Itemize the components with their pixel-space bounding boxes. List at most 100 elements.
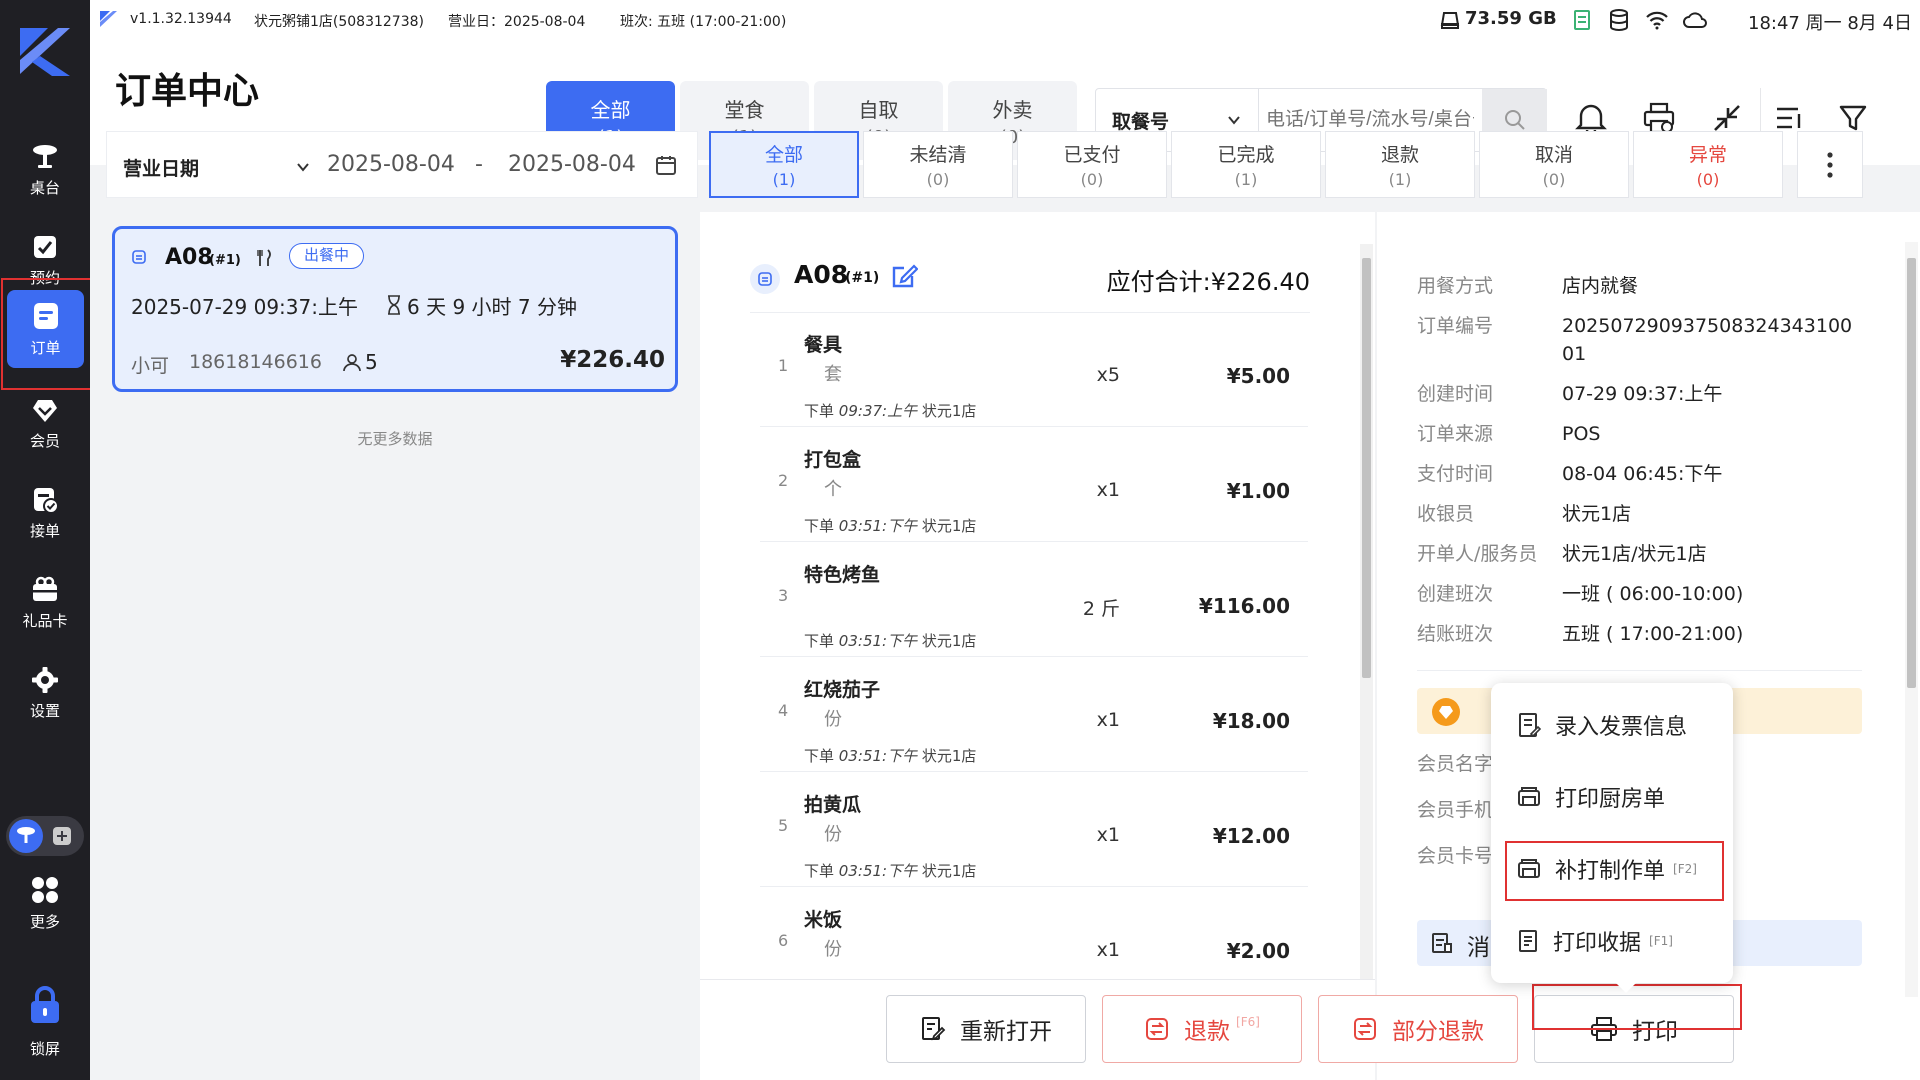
scrollbar-thumb[interactable] xyxy=(1907,258,1916,688)
item-qty: x5 xyxy=(1096,364,1120,386)
quick-mode-icon xyxy=(50,824,74,848)
info-label: 订单来源 xyxy=(1417,423,1494,445)
info-value: 店内就餐 xyxy=(1562,275,1639,297)
item-index: 5 xyxy=(778,816,789,835)
printer-icon xyxy=(1591,1017,1617,1041)
info-label: 收银员 xyxy=(1417,503,1475,525)
info-label: 支付时间 xyxy=(1417,463,1494,485)
info-value: 状元1店/状元1店 xyxy=(1562,543,1707,565)
reopen-label: 重新打开 xyxy=(960,1019,1052,1045)
item-meta: 下单 03:51:下午 状元1店 xyxy=(804,860,976,881)
menu-item-label: 补打制作单 xyxy=(1555,859,1666,884)
scrollbar[interactable] xyxy=(1905,242,1918,997)
document-icon xyxy=(1573,9,1591,31)
list-item[interactable]: 2 打包盒 个 x1 ¥1.00 下单 03:51:下午 状元1店 xyxy=(760,427,1308,542)
meta-time: 03:51:下午 xyxy=(838,632,918,650)
sidebar-item-reservation[interactable]: 预约 xyxy=(0,220,90,300)
refund-button[interactable]: 退款 [F6] xyxy=(1102,995,1302,1063)
item-name: 米饭 xyxy=(804,909,843,931)
invoice-icon xyxy=(1519,713,1541,738)
print-menu: 录入发票信息 打印厨房单 补打制作单 [F2] 打印收据 [F1] xyxy=(1491,683,1733,993)
card-table-seq: (#1) xyxy=(209,253,241,268)
card-datetime: 2025-07-29 09:37:上午 xyxy=(131,295,358,319)
scrollbar-thumb[interactable] xyxy=(1362,258,1371,678)
cloud-icon xyxy=(1683,11,1707,29)
item-unit: 个 xyxy=(824,479,842,500)
date-to[interactable]: 2025-08-04 xyxy=(508,152,636,177)
list-item[interactable]: 5 拍黄瓜 份 x1 ¥12.00 下单 03:51:下午 状元1店 xyxy=(760,772,1308,887)
mode-toggle[interactable] xyxy=(6,816,84,856)
reopen-button[interactable]: 重新打开 xyxy=(886,995,1086,1063)
sidebar-item-more[interactable]: 更多 xyxy=(0,863,90,943)
tab-label: 全部 xyxy=(764,144,803,166)
divider xyxy=(1417,670,1862,671)
sidebar-item-gift-card[interactable]: 礼品卡 xyxy=(0,563,90,643)
tab-label: 异常 xyxy=(1688,144,1727,166)
menu-item-reprint-production[interactable]: 补打制作单 [F2] xyxy=(1517,847,1717,891)
store-name: 状元粥铺1店(508312738) xyxy=(254,14,424,30)
sidebar-item-settings[interactable]: 设置 xyxy=(0,653,90,733)
list-item[interactable]: 6 米饭 份 x1 ¥2.00 xyxy=(760,887,1308,977)
receipt-icon xyxy=(1519,930,1537,952)
tab-label: 已支付 xyxy=(1063,144,1121,166)
search-icon xyxy=(1504,110,1525,130)
calendar-icon[interactable] xyxy=(655,154,677,176)
info-label: 用餐方式 xyxy=(1417,275,1494,297)
status-tab-paid[interactable]: 已支付 (0) xyxy=(1017,131,1167,198)
info-label: 结账班次 xyxy=(1417,623,1494,645)
sidebar-item-tables[interactable]: 桌台 xyxy=(0,130,90,210)
item-unit: 份 xyxy=(824,824,842,845)
status-tab-all[interactable]: 全部 (1) xyxy=(709,131,859,198)
status-tab-unsettled[interactable]: 未结清 (0) xyxy=(863,131,1013,198)
order-card[interactable]: A08 (#1) 出餐中 2025-07-29 09:37:上午 6 天 9 小… xyxy=(112,226,678,392)
production-ticket-icon xyxy=(1518,859,1540,878)
wifi-icon xyxy=(1645,10,1669,30)
clock: 18:47 周一 8月 4日 xyxy=(1748,13,1912,34)
more-options-button[interactable] xyxy=(1797,131,1863,198)
item-meta: 下单 09:37:上午 状元1店 xyxy=(804,400,976,421)
list-item[interactable]: 1 餐具 套 x5 ¥5.00 下单 09:37:上午 状元1店 xyxy=(760,312,1308,427)
menu-item-label: 打印厨房单 xyxy=(1555,787,1666,812)
date-from[interactable]: 2025-08-04 xyxy=(327,152,455,177)
order-detail: A08 (#1) 应付合计:¥226.40 1 餐具 套 x5 ¥5.00 下单… xyxy=(700,212,1375,1080)
status-tab-completed[interactable]: 已完成 (1) xyxy=(1171,131,1321,198)
scrollbar[interactable] xyxy=(1360,244,1373,980)
info-value: 08-04 06:45:下午 xyxy=(1562,463,1723,485)
member-diamond-icon xyxy=(1432,698,1460,726)
status-tab-abnormal[interactable]: 异常 (0) xyxy=(1633,131,1783,198)
item-name: 打包盒 xyxy=(804,449,862,471)
card-phone: 18618146616 xyxy=(189,351,322,373)
sidebar-item-orders[interactable]: 订单 xyxy=(7,290,84,368)
item-price: ¥116.00 xyxy=(1198,594,1290,618)
hourglass-icon xyxy=(388,295,400,315)
list-item[interactable]: 4 红烧茄子 份 x1 ¥18.00 下单 03:51:下午 状元1店 xyxy=(760,657,1308,772)
menu-item-print-receipt[interactable]: 打印收据 [F1] xyxy=(1517,919,1717,963)
edit-icon[interactable] xyxy=(890,262,918,290)
item-meta: 下单 03:51:下午 状元1店 xyxy=(804,630,976,651)
status-tab-refund[interactable]: 退款 (1) xyxy=(1325,131,1475,198)
card-amount: ¥226.40 xyxy=(560,347,665,373)
shift-info: 班次: 五班 (17:00-21:00) xyxy=(620,14,787,30)
divider xyxy=(700,979,1375,980)
sidebar-item-label: 礼品卡 xyxy=(22,611,68,630)
sidebar-item-lock[interactable]: 锁屏 xyxy=(0,975,90,1070)
status-badge: 出餐中 xyxy=(289,243,365,269)
sidebar-item-label: 会员 xyxy=(29,431,60,450)
status-tab-cancelled[interactable]: 取消 (0) xyxy=(1479,131,1629,198)
item-price: ¥18.00 xyxy=(1212,709,1290,733)
tab-count: (0) xyxy=(1542,170,1566,189)
partial-refund-button[interactable]: 部分退款 xyxy=(1318,995,1518,1063)
sort-icon xyxy=(1777,107,1801,129)
item-index: 4 xyxy=(778,701,789,720)
meta-time: 03:51:下午 xyxy=(838,747,918,765)
meta-store: 状元1店 xyxy=(921,632,977,650)
chevron-down-icon[interactable] xyxy=(295,159,311,175)
sidebar-item-members[interactable]: 会员 xyxy=(0,383,90,463)
menu-item-invoice-info[interactable]: 录入发票信息 xyxy=(1517,703,1717,747)
print-button[interactable]: 打印 xyxy=(1534,995,1734,1063)
list-item[interactable]: 3 特色烤鱼 2 斤 ¥116.00 下单 03:51:下午 状元1店 xyxy=(760,542,1308,657)
menu-item-kitchen-ticket[interactable]: 打印厨房单 xyxy=(1517,775,1717,819)
sidebar-item-label: 锁屏 xyxy=(29,1040,60,1058)
sidebar-item-accept-orders[interactable]: 接单 xyxy=(0,473,90,553)
item-qty: x1 xyxy=(1096,479,1120,501)
